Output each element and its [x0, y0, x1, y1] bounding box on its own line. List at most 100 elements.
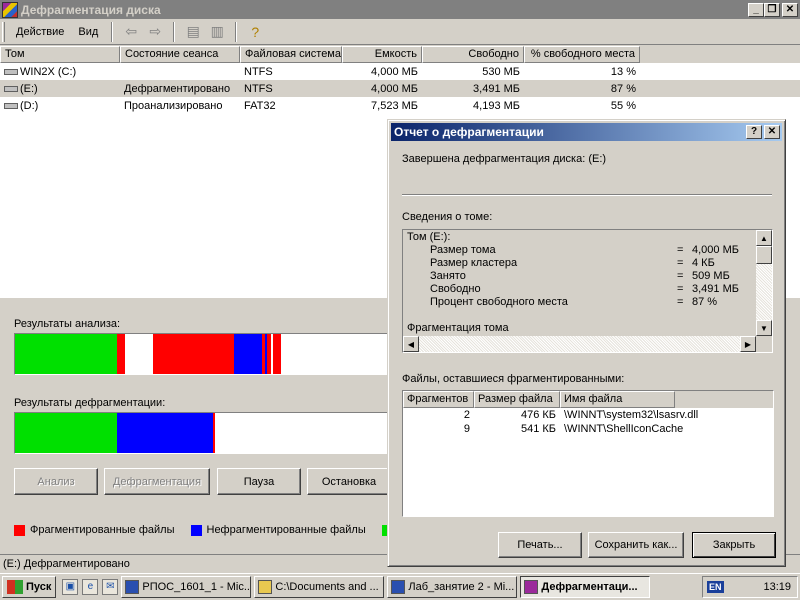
analyze-button[interactable]: Анализ — [14, 468, 98, 495]
scroll-thumb[interactable] — [756, 246, 772, 264]
minimize-button[interactable]: _ — [748, 2, 764, 17]
up-folder-icon[interactable]: ▤ — [184, 23, 202, 41]
col-file-name[interactable]: Имя файла — [560, 391, 675, 408]
info-equals: = — [677, 283, 684, 295]
col-percent-free[interactable]: % свободного места — [524, 46, 640, 63]
show-tree-icon[interactable]: ▥ — [208, 23, 226, 41]
main-title-bar[interactable]: Дефрагментация диска _ ❐ ✕ — [0, 0, 800, 19]
col-file-system[interactable]: Файловая система — [240, 46, 342, 63]
windows-logo-icon — [7, 580, 23, 594]
start-button[interactable]: Пуск — [2, 576, 57, 598]
start-label: Пуск — [26, 581, 52, 593]
drive-icon — [4, 68, 18, 75]
volume-row-c[interactable]: WIN2X (C:) NTFS 4,000 МБ 530 МБ 13 % — [0, 63, 800, 80]
toolbar-separator — [173, 21, 176, 42]
show-desktop-icon[interactable]: ▣ — [62, 579, 79, 595]
free-space: 4,193 МБ — [473, 99, 520, 112]
scroll-up-icon[interactable]: ▲ — [756, 230, 772, 246]
task-label: Лаб_занятие 2 - Mi... — [408, 581, 515, 593]
files-list-header: Фрагментов Размер файла Имя файла — [403, 391, 773, 408]
info-equals: = — [677, 296, 684, 308]
volume-name: (D:) — [20, 99, 39, 112]
outlook-express-icon[interactable]: ✉ — [102, 579, 119, 595]
defragment-button[interactable]: Дефрагментация — [104, 468, 210, 495]
volume-row-e[interactable]: (E:) Дефрагментировано NTFS 4,000 МБ 3,4… — [0, 80, 800, 97]
info-value: 509 МБ — [692, 270, 730, 282]
file-fragments: 2 — [463, 409, 470, 421]
dialog-help-button[interactable]: ? — [746, 125, 762, 139]
close-button[interactable]: ✕ — [782, 2, 798, 17]
fragmented-segment — [267, 334, 271, 374]
info-value: 4 КБ — [692, 257, 715, 269]
internet-explorer-icon[interactable]: e — [82, 579, 99, 595]
print-button[interactable]: Печать... — [498, 532, 582, 558]
clock[interactable]: 13:19 — [763, 581, 791, 593]
back-arrow-icon[interactable]: ⇦ — [122, 23, 140, 41]
contiguous-segment — [234, 334, 262, 374]
forward-arrow-icon[interactable]: ⇨ — [146, 23, 164, 41]
info-key: Размер тома — [430, 244, 496, 256]
defrag-bar — [14, 412, 392, 454]
task-word-lab[interactable]: Лаб_занятие 2 - Mi... — [387, 576, 518, 598]
scroll-down-icon[interactable]: ▼ — [756, 320, 772, 336]
language-indicator[interactable]: EN — [707, 581, 724, 593]
word-doc-icon — [125, 580, 140, 594]
percent-free: 87 % — [610, 82, 636, 95]
info-key: Занято — [430, 270, 466, 282]
defrag-app-icon — [524, 580, 539, 594]
info-value: 3,491 МБ — [692, 283, 739, 295]
drive-icon — [4, 85, 18, 92]
volume-list-header: Том Состояние сеанса Файловая система Ем… — [0, 46, 800, 63]
close-dialog-button[interactable]: Закрыть — [692, 532, 776, 558]
defrag-app-icon — [2, 1, 18, 18]
volume-info-box: Том (E:): Размер тома = 4,000 МБ Размер … — [402, 229, 773, 353]
system-tray: EN 13:19 — [702, 576, 798, 598]
volume-row-d[interactable]: (D:) Проанализировано FAT32 7,523 МБ 4,1… — [0, 97, 800, 114]
fragmented-swatch — [14, 524, 25, 536]
task-explorer[interactable]: C:\Documents and ... — [254, 576, 385, 598]
volume-name: WIN2X (C:) — [20, 65, 77, 78]
fragmented-files-list: Фрагментов Размер файла Имя файла 2 476 … — [402, 390, 774, 517]
col-fragments[interactable]: Фрагментов — [403, 391, 474, 408]
dialog-close-button[interactable]: ✕ — [764, 125, 780, 139]
percent-free: 55 % — [610, 99, 636, 112]
fragmented-segment — [226, 334, 234, 374]
stop-button[interactable]: Остановка — [307, 468, 391, 495]
save-as-button[interactable]: Сохранить как... — [588, 532, 684, 558]
info-horizontal-scrollbar[interactable]: ◀ ▶ — [403, 336, 756, 352]
analysis-bar — [14, 333, 392, 375]
col-session-state[interactable]: Состояние сеанса — [120, 46, 240, 63]
file-size: 476 КБ — [520, 409, 556, 421]
window-title: Дефрагментация диска — [21, 2, 161, 17]
session-state: Проанализировано — [124, 99, 223, 112]
col-free-space[interactable]: Свободно — [422, 46, 524, 63]
divider — [402, 194, 772, 196]
restore-button[interactable]: ❐ — [764, 2, 780, 17]
info-equals: = — [677, 270, 684, 282]
dialog-title: Отчет о дефрагментации — [394, 125, 544, 139]
file-row[interactable]: 2 476 КБ \WINNT\system32\lsasrv.dll — [403, 408, 773, 422]
scroll-left-icon[interactable]: ◀ — [403, 336, 419, 352]
info-equals: = — [677, 244, 684, 256]
col-file-size[interactable]: Размер файла — [474, 391, 560, 408]
percent-free: 13 % — [610, 65, 636, 78]
col-capacity[interactable]: Емкость — [342, 46, 422, 63]
menu-view[interactable]: Вид — [71, 24, 105, 40]
scroll-right-icon[interactable]: ▶ — [740, 336, 756, 352]
info-volume-title: Том (E:): — [407, 231, 451, 243]
taskbar: Пуск ▣ e ✉ РПОС_1601_1 - Mic... C:\Docum… — [0, 573, 800, 600]
dialog-title-bar[interactable]: Отчет о дефрагментации ? ✕ — [391, 123, 782, 141]
file-system: FAT32 — [244, 99, 276, 112]
file-row[interactable]: 9 541 КБ \WINNT\ShellIconCache — [403, 422, 773, 436]
help-icon[interactable]: ? — [246, 23, 264, 41]
drive-icon — [4, 102, 18, 109]
task-defrag[interactable]: Дефрагментаци... — [520, 576, 651, 598]
toolbar-grip[interactable] — [2, 21, 5, 42]
task-word-rpos[interactable]: РПОС_1601_1 - Mic... — [121, 576, 252, 598]
info-vertical-scrollbar[interactable]: ▲ ▼ — [756, 230, 772, 336]
free-space: 3,491 МБ — [473, 82, 520, 95]
pause-button[interactable]: Пауза — [217, 468, 301, 495]
menu-action[interactable]: Действие — [9, 24, 71, 40]
analysis-label: Результаты анализа: — [14, 318, 121, 330]
col-volume[interactable]: Том — [0, 46, 120, 63]
